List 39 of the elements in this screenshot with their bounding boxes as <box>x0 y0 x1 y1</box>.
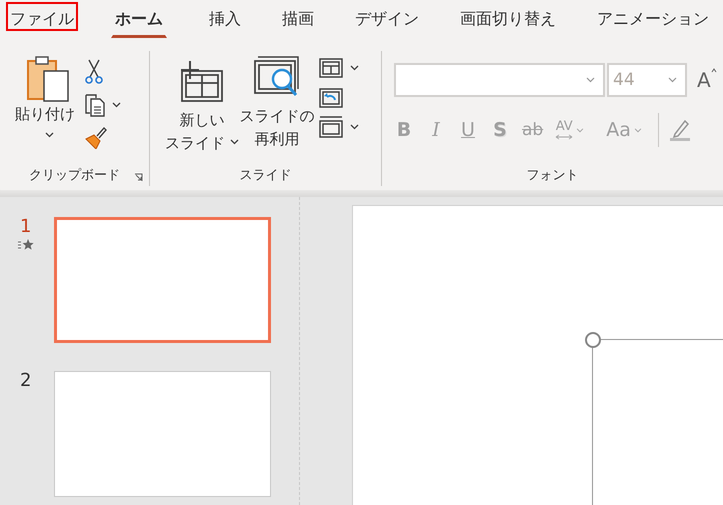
caret-icon <box>576 128 584 132</box>
ribbon-tab[interactable]: 挿入 <box>205 0 245 38</box>
layout-icon[interactable] <box>318 57 344 79</box>
reuse-slides-button[interactable]: スライドの 再利用 <box>240 45 314 160</box>
scissors-icon[interactable] <box>84 59 104 85</box>
group-label: フォント <box>526 167 578 184</box>
font-name-field[interactable] <box>394 63 605 97</box>
dropdown-caret-icon[interactable] <box>586 77 595 83</box>
slide-number: 1 <box>19 215 32 239</box>
group-label: クリップボード <box>29 167 120 184</box>
caret-icon <box>44 132 54 138</box>
slide-number: 2 <box>19 369 32 393</box>
section-icon[interactable] <box>318 115 344 139</box>
copy-icon[interactable] <box>84 93 106 117</box>
caret-icon[interactable] <box>350 65 359 71</box>
caret-icon <box>230 138 239 144</box>
new-slide-button[interactable]: 新しい スライド <box>164 45 240 160</box>
resize-handle[interactable] <box>585 332 601 348</box>
clipboard-icon <box>26 55 72 103</box>
ribbon-tab[interactable]: ファイル <box>6 2 78 31</box>
slide-thumbnail[interactable] <box>54 371 271 497</box>
arrows-icon <box>555 134 574 140</box>
caret-icon[interactable] <box>112 102 121 108</box>
paintbrush-icon[interactable] <box>84 125 108 149</box>
ribbon-tab[interactable]: 描画 <box>278 0 318 38</box>
caret-icon <box>634 128 642 132</box>
grow-font-button[interactable]: A <box>697 68 717 92</box>
ribbon-tab[interactable]: アニメーション <box>593 0 713 38</box>
caret-icon[interactable] <box>350 124 359 130</box>
ribbon-tab[interactable]: デザイン <box>351 0 423 38</box>
new-slide-icon <box>179 59 225 105</box>
group-label: スライド <box>240 167 292 184</box>
ribbon-tab[interactable]: 画面切り替え <box>456 0 560 38</box>
ribbon-tab[interactable]: ホーム <box>111 0 167 38</box>
caret-up-icon <box>710 68 717 73</box>
highlighter-icon[interactable] <box>668 118 691 142</box>
dialog-launcher-icon[interactable] <box>134 173 143 182</box>
slide-thumbnail[interactable] <box>54 217 271 343</box>
paste-button[interactable]: 貼り付け <box>12 45 78 160</box>
